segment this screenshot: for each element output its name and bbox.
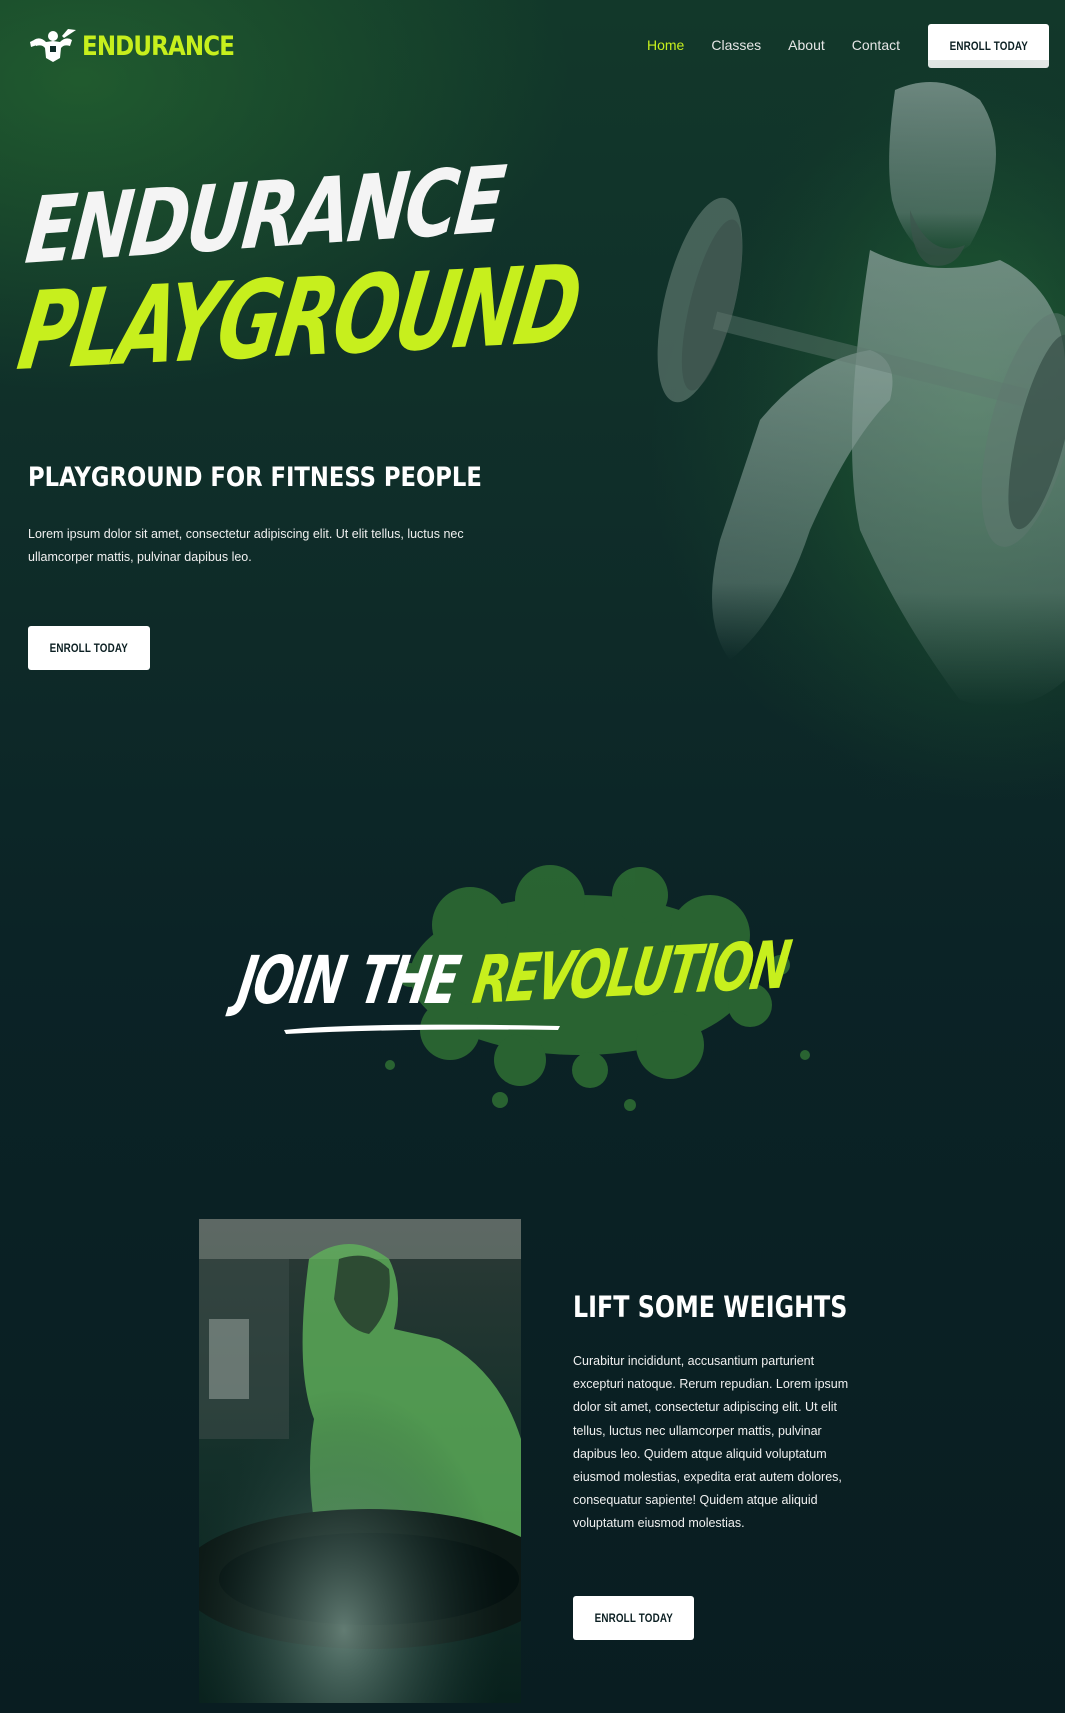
lift-enroll-label: ENROLL TODAY xyxy=(594,1611,673,1625)
revolution-word-join: JOIN xyxy=(232,942,350,1019)
page: ENDURANCE Home Classes About Contact ENR… xyxy=(0,0,1065,1713)
hero-athlete-image xyxy=(600,60,1065,800)
lift-enroll-button[interactable]: ENROLL TODAY xyxy=(573,1596,694,1640)
logo[interactable]: ENDURANCE xyxy=(28,26,261,66)
header-enroll-label: ENROLL TODAY xyxy=(949,39,1028,53)
revolution-word-the: THE xyxy=(354,942,464,1019)
hero-description: Lorem ipsum dolor sit amet, consectetur … xyxy=(28,527,464,564)
hero-enroll-label: ENROLL TODAY xyxy=(49,641,129,655)
lift-athlete-photo xyxy=(199,1219,521,1703)
nav-item-contact[interactable]: Contact xyxy=(852,37,900,53)
nav-item-home[interactable]: Home xyxy=(647,37,684,53)
brush-underline-decoration xyxy=(284,1024,560,1034)
bodybuilder-icon xyxy=(30,29,76,62)
hero-enroll-button[interactable]: ENROLL TODAY xyxy=(28,626,150,670)
nav-item-about[interactable]: About xyxy=(788,37,825,53)
hero-subtitle: PLAYGROUND FOR FITNESS PEOPLE xyxy=(28,462,482,493)
logo-text: ENDURANCE xyxy=(82,30,235,62)
revolution-word-revolution: REVOLUTION xyxy=(468,926,794,1019)
lift-description: Curabitur incididunt, accusantium partur… xyxy=(573,1354,849,1531)
nav-item-classes[interactable]: Classes xyxy=(711,37,761,53)
lift-title: LIFT SOME WEIGHTS xyxy=(573,1290,848,1324)
main-nav: Home Classes About Contact xyxy=(647,37,927,53)
